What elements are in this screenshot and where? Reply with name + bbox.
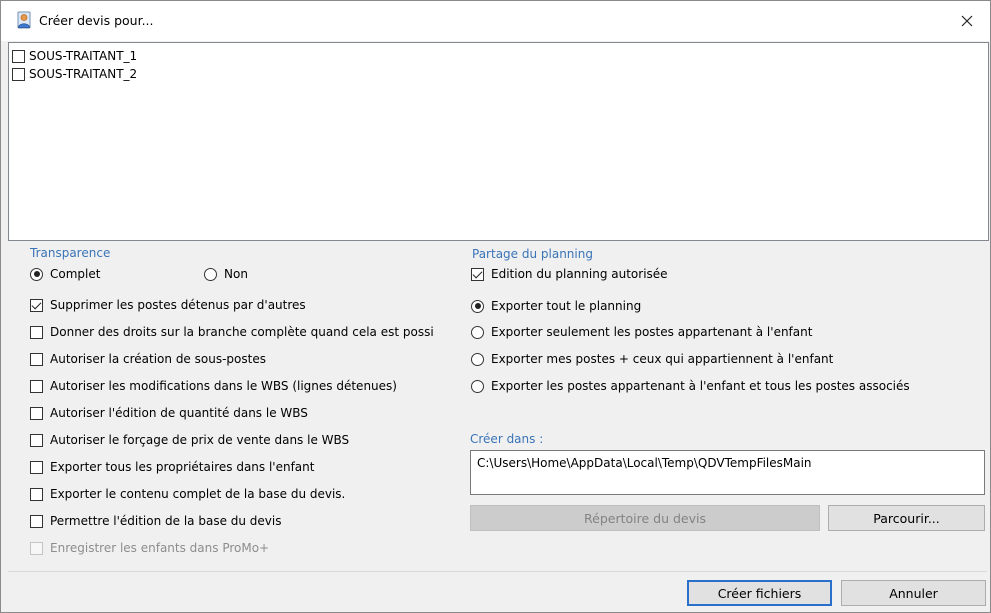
radio-exporter-associes[interactable]: Exporter les postes appartenant à l'enfa… [471,377,910,395]
checkbox-label: Autoriser les modifications dans le WBS … [50,379,397,393]
list-item-checkbox[interactable] [12,67,25,81]
checkbox-label: Autoriser la création de sous-postes [50,352,266,366]
checkbox-label: Permettre l'édition de la base du devis [50,514,282,528]
user-document-icon [17,11,31,29]
checkbox[interactable] [30,352,43,366]
radio-label: Exporter tout le planning [491,299,642,313]
checkbox[interactable] [30,487,43,501]
radio-label: Exporter seulement les postes appartenan… [491,325,813,339]
radio-button[interactable] [30,267,43,281]
checkbox-label: Exporter tous les propriétaires dans l'e… [50,460,315,474]
destination-path-field[interactable]: C:\Users\Home\AppData\Local\Temp\QDVTemp… [470,450,985,495]
checkbox[interactable] [30,379,43,393]
dialog-window: Créer devis pour... SOUS-TRAITANT_1 SOUS… [0,0,991,613]
footer-divider [8,571,987,572]
planning-group-title: Partage du planning [472,247,593,261]
title-bar: Créer devis pour... [1,1,990,41]
list-item-checkbox[interactable] [12,49,25,63]
repertoire-devis-button: Répertoire du devis [470,505,820,531]
list-item[interactable]: SOUS-TRAITANT_2 [12,66,137,82]
checkbox[interactable] [30,325,43,339]
creer-dans-label: Créer dans : [470,432,544,446]
checkbox[interactable] [30,298,43,312]
checkbox[interactable] [30,460,43,474]
checkbox-label: Autoriser l'édition de quantité dans le … [50,406,308,420]
checkbox-label: Autoriser le forçage de prix de vente da… [50,433,350,447]
radio-button[interactable] [471,379,484,393]
annuler-button[interactable]: Annuler [841,580,986,606]
creer-fichiers-button[interactable]: Créer fichiers [687,580,832,606]
checkbox-sous-postes[interactable]: Autoriser la création de sous-postes [30,350,266,368]
radio-complet[interactable]: Complet [30,265,100,283]
close-icon [961,15,973,27]
checkbox [30,541,43,555]
transparence-group-title: Transparence [30,246,111,260]
checkbox-label: Donner des droits sur la branche complèt… [50,325,434,339]
radio-button[interactable] [471,352,484,366]
checkbox-label: Supprimer les postes détenus par d'autre… [50,298,306,312]
checkbox-exporter-proprietaires[interactable]: Exporter tous les propriétaires dans l'e… [30,458,314,476]
close-button[interactable] [945,6,989,36]
radio-exporter-mes-postes[interactable]: Exporter mes postes + ceux qui appartien… [471,350,833,368]
checkbox-label: Enregistrer les enfants dans ProMo+ [50,541,270,555]
checkbox[interactable] [30,433,43,447]
checkbox-edition-quantite[interactable]: Autoriser l'édition de quantité dans le … [30,404,308,422]
parcourir-button[interactable]: Parcourir... [828,505,985,531]
list-item[interactable]: SOUS-TRAITANT_1 [12,48,137,64]
radio-exporter-enfant[interactable]: Exporter seulement les postes appartenan… [471,323,812,341]
checkbox-exporter-contenu[interactable]: Exporter le contenu complet de la base d… [30,485,345,503]
checkbox-label: Exporter le contenu complet de la base d… [50,487,346,501]
radio-button[interactable] [204,267,217,281]
list-item-label: SOUS-TRAITANT_1 [29,49,138,63]
checkbox-edition-planning[interactable]: Edition du planning autorisée [471,265,668,283]
window-title: Créer devis pour... [39,13,154,28]
radio-non[interactable]: Non [204,265,248,283]
radio-exporter-tout[interactable]: Exporter tout le planning [471,297,641,315]
radio-button[interactable] [471,299,484,313]
checkbox-enregistrer-promo: Enregistrer les enfants dans ProMo+ [30,539,269,557]
subcontractor-list[interactable]: SOUS-TRAITANT_1 SOUS-TRAITANT_2 [8,42,989,241]
checkbox-label: Edition du planning autorisée [491,267,668,281]
radio-button[interactable] [471,325,484,339]
radio-label: Exporter les postes appartenant à l'enfa… [491,379,910,393]
checkbox-modif-wbs[interactable]: Autoriser les modifications dans le WBS … [30,377,397,395]
checkbox-forcage-prix[interactable]: Autoriser le forçage de prix de vente da… [30,431,349,449]
checkbox-supprimer-postes[interactable]: Supprimer les postes détenus par d'autre… [30,296,306,314]
checkbox[interactable] [30,406,43,420]
radio-label: Exporter mes postes + ceux qui appartien… [491,352,834,366]
checkbox-donner-droits[interactable]: Donner des droits sur la branche complèt… [30,323,434,341]
checkbox[interactable] [471,267,484,281]
checkbox-edition-base[interactable]: Permettre l'édition de la base du devis [30,512,282,530]
radio-label: Non [224,267,248,281]
checkbox[interactable] [30,514,43,528]
radio-label: Complet [50,267,101,281]
list-item-label: SOUS-TRAITANT_2 [29,67,138,81]
